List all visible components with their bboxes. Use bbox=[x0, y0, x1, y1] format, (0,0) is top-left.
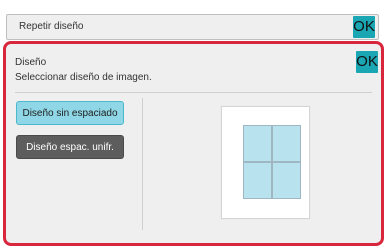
ok-button-top[interactable]: OK bbox=[353, 16, 375, 38]
uniform-spacing-layout-button[interactable]: Diseño espac. unifr. bbox=[16, 135, 124, 159]
preview-cell bbox=[273, 163, 300, 198]
options-divider bbox=[142, 98, 143, 230]
repeat-layout-bar: Repetir diseño OK bbox=[6, 14, 379, 40]
layout-preview bbox=[221, 106, 310, 219]
no-spacing-layout-button[interactable]: Diseño sin espaciado bbox=[16, 101, 124, 125]
layout-dialog-body: Diseño Seleccionar diseño de imagen. OK … bbox=[7, 45, 380, 242]
ok-button-dialog[interactable]: OK bbox=[356, 51, 378, 73]
preview-cell bbox=[244, 126, 271, 161]
preview-cell bbox=[244, 163, 271, 198]
dialog-title: Diseño bbox=[15, 57, 47, 68]
layout-preview-grid bbox=[243, 125, 301, 199]
dialog-subtitle: Seleccionar diseño de imagen. bbox=[15, 72, 152, 83]
layout-dialog: Diseño Seleccionar diseño de imagen. OK … bbox=[3, 41, 384, 246]
dialog-divider bbox=[15, 92, 372, 93]
repeat-layout-title: Repetir diseño bbox=[19, 21, 84, 32]
preview-cell bbox=[273, 126, 300, 161]
